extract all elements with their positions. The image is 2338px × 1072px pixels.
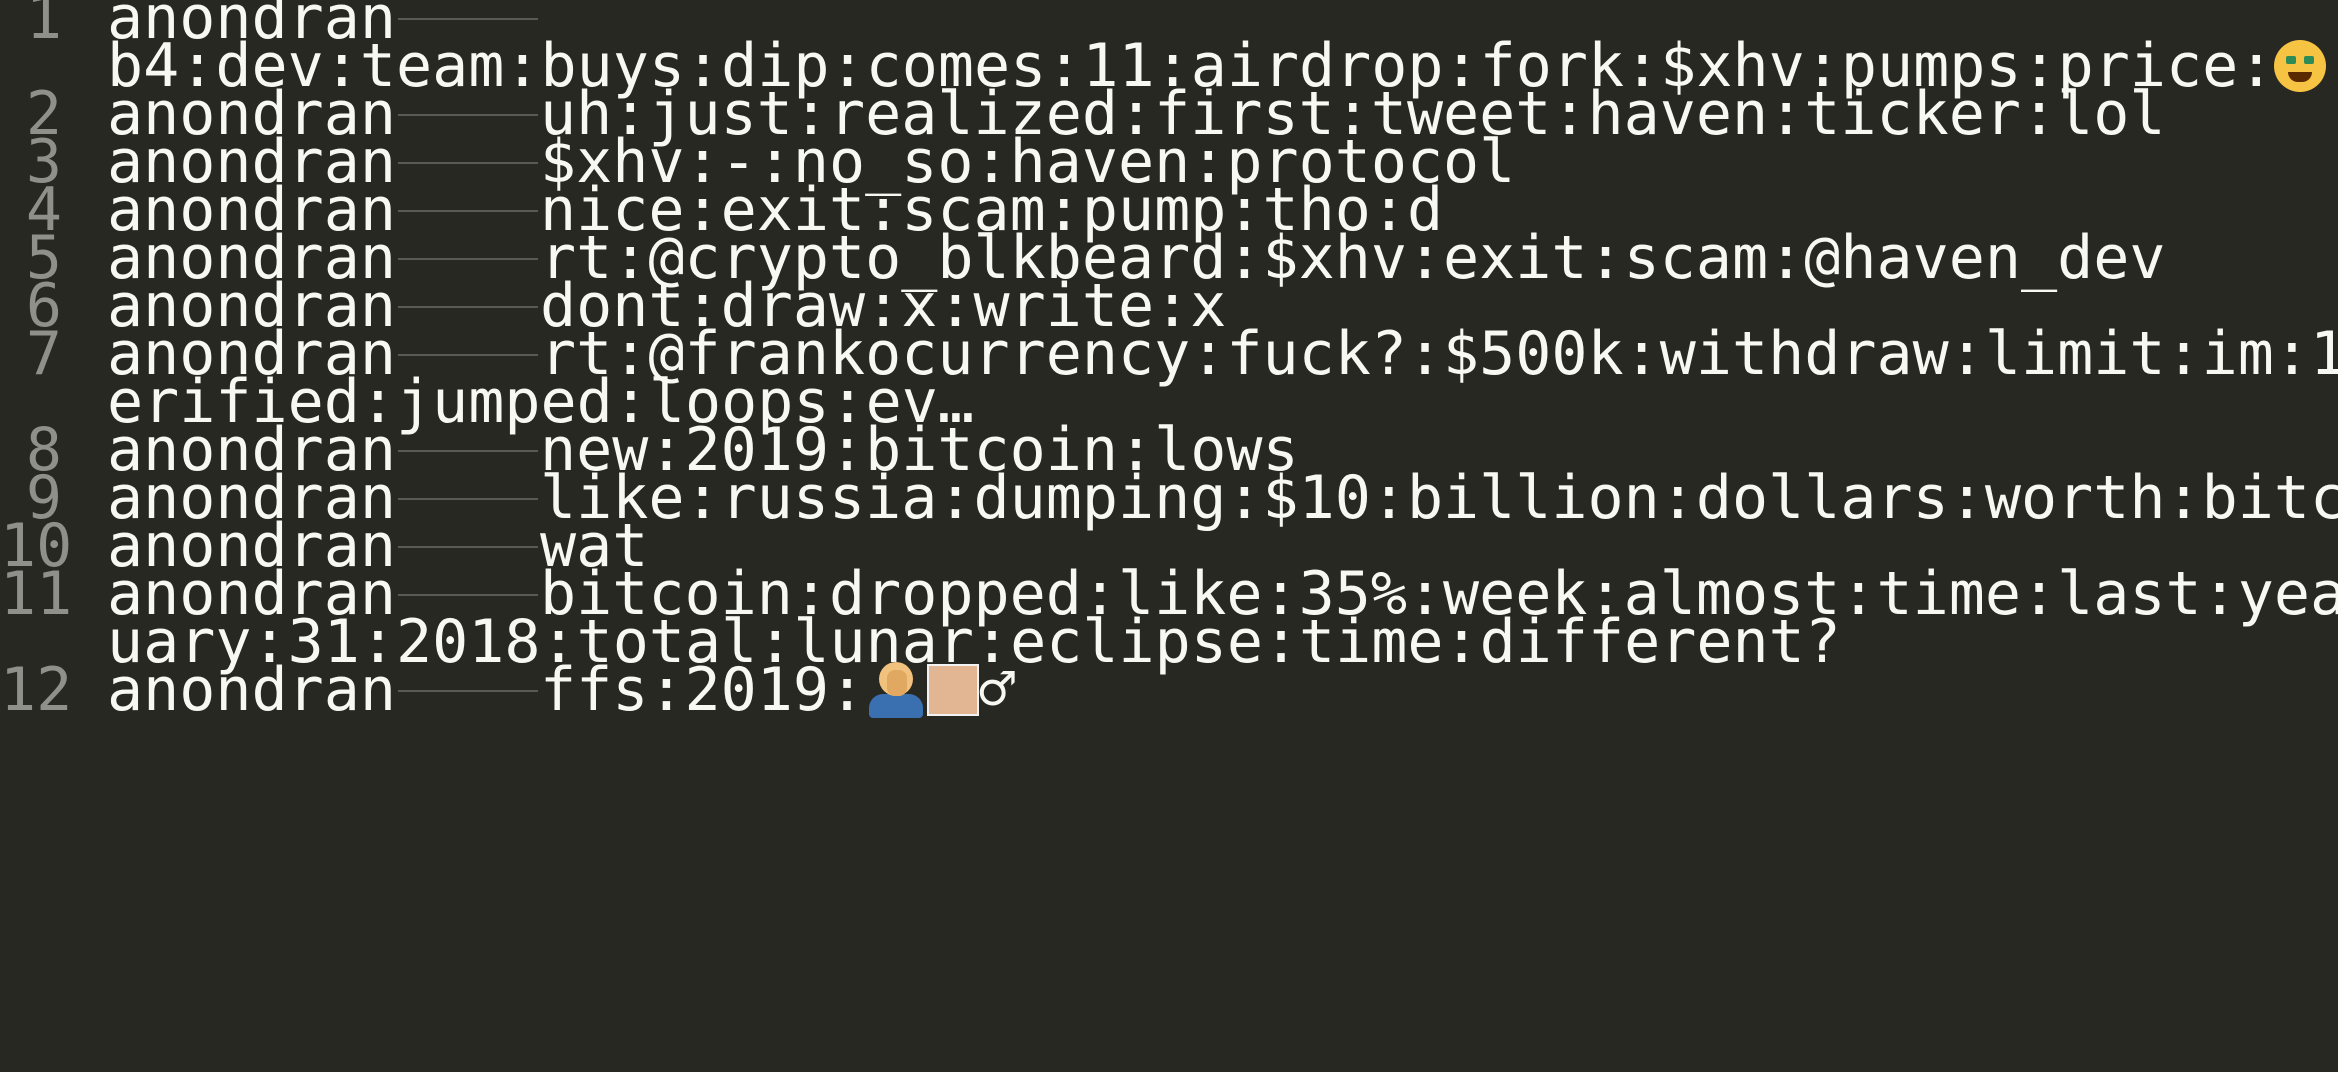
- line-number: 7: [25, 319, 62, 389]
- line-number: 12: [0, 655, 73, 725]
- tab-marker: [396, 654, 540, 726]
- message-text: ffs:2019:: [539, 655, 866, 725]
- skin-tone-swatch-icon: [927, 664, 980, 716]
- message-text: like:russia:dumping:$10:billion:dollars:…: [539, 463, 2338, 533]
- line-number: 11: [0, 559, 73, 629]
- male-sign: ♂: [979, 655, 1016, 725]
- line-number: 1: [25, 0, 62, 53]
- money-mouth-face-icon: [2274, 40, 2327, 92]
- username: anondran: [107, 655, 396, 725]
- man-facepalming-icon: [865, 662, 927, 718]
- text-editor[interactable]: 1 anondran b4:dev:team:buys:dip:comes:11…: [0, 0, 2338, 1072]
- line-content[interactable]: anondran ffs:2019: ♂: [107, 654, 1015, 726]
